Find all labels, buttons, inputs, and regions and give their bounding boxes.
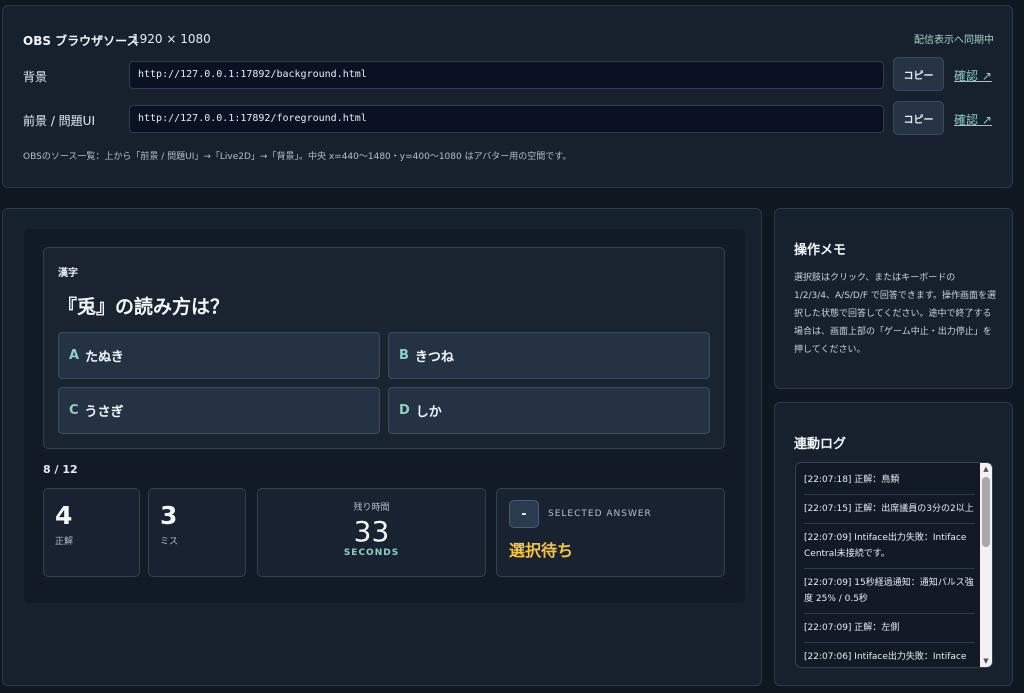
choice-d-button[interactable]: D しか [388, 387, 710, 434]
copy-foreground-url-button[interactable]: コピー [893, 101, 944, 135]
selected-answer-title: SELECTED ANSWER [548, 509, 652, 519]
notes-text: 選択肢はクリック、またはキーボードの 1/2/3/4、A/S/D/F で回答でき… [794, 273, 997, 355]
obs-resolution: 1920 × 1080 [132, 32, 211, 46]
obs-panel-title: OBS ブラウザソース [23, 34, 139, 48]
choice-label: うさぎ [84, 405, 124, 420]
log-entry: [22:07:09] 15秒経過通知：通知パルス強度 25% / 0.5秒 [804, 569, 975, 614]
background-url-label: 背景 [23, 70, 48, 84]
question-progress: 8 / 12 [43, 463, 78, 476]
check-foreground-link[interactable]: 確認 ↗ [954, 111, 992, 128]
selected-answer-card: - SELECTED ANSWER 選択待ち [496, 488, 725, 577]
choice-b-button[interactable]: B きつね [388, 332, 710, 379]
miss-count-card: 3 ミス [148, 488, 246, 577]
choice-label: きつね [414, 350, 454, 365]
timer-label: 残り時間 [353, 503, 390, 513]
choice-c-button[interactable]: C うさぎ [58, 387, 380, 434]
correct-count: 4 [55, 501, 73, 530]
check-background-link[interactable]: 確認 ↗ [954, 67, 992, 84]
question-card: 漢字 『兎』の読み方は？ A たぬき B きつね C うさぎ D しか [43, 247, 725, 449]
choice-label: たぬき [85, 350, 124, 365]
choice-key: A [69, 348, 80, 363]
obs-source-panel: OBS ブラウザソース 1920 × 1080 配信表示へ同期中 背景 http… [2, 5, 1013, 188]
correct-count-card: 4 正解 [43, 488, 140, 577]
scroll-down-icon[interactable]: ▼ [980, 655, 992, 667]
game-area: 漢字 『兎』の読み方は？ A たぬき B きつね C うさぎ D しか 8 / … [24, 229, 745, 603]
foreground-url-field[interactable]: http://127.0.0.1:17892/foreground.html [129, 105, 884, 133]
log-entry: [22:07:09] Intiface出力失敗：Intiface Central… [804, 524, 975, 569]
choice-label: しか [415, 405, 442, 420]
background-url-field[interactable]: http://127.0.0.1:17892/background.html [129, 61, 884, 89]
scroll-thumb[interactable] [982, 477, 990, 547]
miss-label: ミス [160, 537, 179, 547]
question-text: 『兎』の読み方は？ [58, 296, 230, 318]
correct-label: 正解 [55, 537, 74, 547]
question-category: 漢字 [58, 268, 78, 279]
log-scrollbar[interactable]: ▲ ▼ [980, 463, 992, 667]
choice-key: D [399, 403, 410, 418]
log-entry: [22:07:09] 正解：左側 [804, 614, 975, 643]
notes-title: 操作メモ [794, 243, 847, 258]
choice-key: B [399, 348, 409, 363]
obs-source-note: OBSのソース一覧：上から「前景 / 問題UI」→「Live2D」→「背景」。中… [23, 152, 572, 162]
copy-background-url-button[interactable]: コピー [893, 57, 944, 91]
selected-answer-value: 選択待ち [509, 541, 574, 560]
selected-answer-badge: - [509, 500, 539, 528]
sync-log-panel: 連動ログ [22:07:18] 正解：鳥類 [22:07:15] 正解：出席議員… [774, 402, 1013, 686]
timer-unit: SECONDS [343, 548, 400, 558]
log-entry: [22:07:18] 正解：鳥類 [804, 463, 975, 495]
scroll-up-icon[interactable]: ▲ [980, 463, 992, 475]
foreground-url-label: 前景 / 問題UI [23, 114, 95, 128]
choice-a-button[interactable]: A たぬき [58, 332, 380, 379]
log-title: 連動ログ [794, 437, 847, 452]
timer-seconds: 33 [353, 515, 390, 548]
choice-key: C [69, 403, 79, 418]
operation-notes-panel: 操作メモ 選択肢はクリック、またはキーボードの 1/2/3/4、A/S/D/F … [774, 208, 1013, 389]
timer-card: 残り時間 33 SECONDS [257, 488, 486, 577]
log-entry: [22:07:06] Intiface出力失敗：Intiface Central… [804, 643, 975, 667]
log-entry: [22:07:15] 正解：出席議員の3分の2以上 [804, 495, 975, 524]
log-list[interactable]: [22:07:18] 正解：鳥類 [22:07:15] 正解：出席議員の3分の2… [795, 462, 993, 668]
sync-status: 配信表示へ同期中 [914, 35, 994, 46]
miss-count: 3 [160, 501, 178, 530]
quiz-panel: 漢字 『兎』の読み方は？ A たぬき B きつね C うさぎ D しか 8 / … [2, 208, 762, 686]
